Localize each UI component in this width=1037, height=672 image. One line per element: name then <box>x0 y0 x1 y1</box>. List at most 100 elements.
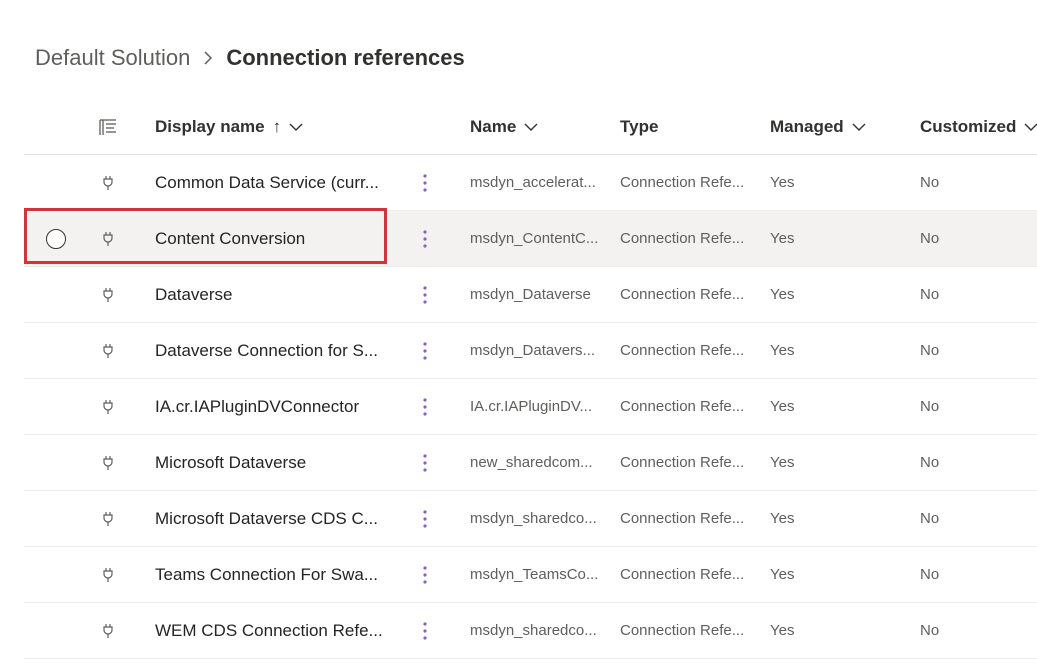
row-customized: No <box>920 566 940 583</box>
row-select-cell[interactable] <box>24 603 88 658</box>
row-display-name[interactable]: Content Conversion <box>155 211 415 266</box>
row-select-radio[interactable] <box>46 228 66 249</box>
row-select-cell[interactable] <box>24 211 88 266</box>
row-name: msdyn_Dataverse <box>470 286 591 303</box>
more-vertical-icon[interactable] <box>412 379 438 434</box>
row-select-cell[interactable] <box>24 547 88 602</box>
row-type: Connection Refe... <box>620 622 745 639</box>
row-name: msdyn_TeamsCo... <box>470 566 599 583</box>
row-name: msdyn_Datavers... <box>470 342 596 359</box>
more-vertical-icon[interactable] <box>412 603 438 658</box>
row-type: Connection Refe... <box>620 286 745 303</box>
row-name: msdyn_ContentC... <box>470 230 599 247</box>
row-display-name[interactable]: Teams Connection For Swa... <box>155 547 415 602</box>
row-customized: No <box>920 454 940 471</box>
more-vertical-icon[interactable] <box>412 155 438 210</box>
row-customized: No <box>920 230 940 247</box>
chevron-down-icon[interactable] <box>852 122 866 132</box>
row-customized: No <box>920 510 940 527</box>
more-vertical-icon[interactable] <box>412 547 438 602</box>
column-options-icon <box>99 118 116 135</box>
row-name: new_sharedcom... <box>470 454 593 471</box>
plug-icon <box>88 155 128 210</box>
column-header-display-name[interactable]: Display name ↑ <box>155 99 415 154</box>
row-customized: No <box>920 622 940 639</box>
table-row[interactable]: Microsoft Dataverse new_sharedcom... Con… <box>24 435 1037 491</box>
table-row[interactable]: WEM CDS Connection Refe... msdyn_sharedc… <box>24 603 1037 659</box>
column-header-label: Type <box>620 116 659 136</box>
row-managed: Yes <box>770 342 795 359</box>
row-customized: No <box>920 342 940 359</box>
plug-icon <box>88 547 128 602</box>
more-vertical-icon[interactable] <box>412 435 438 490</box>
page-title: Connection references <box>226 45 465 70</box>
row-select-cell[interactable] <box>24 379 88 434</box>
plug-icon <box>88 603 128 658</box>
row-display-name[interactable]: Dataverse Connection for S... <box>155 323 415 378</box>
row-display-name[interactable]: Microsoft Dataverse <box>155 435 415 490</box>
chevron-down-icon[interactable] <box>524 122 538 132</box>
column-header-customized[interactable]: Customized <box>920 99 1037 154</box>
row-display-name[interactable]: Microsoft Dataverse CDS C... <box>155 491 415 546</box>
row-select-cell[interactable] <box>24 323 88 378</box>
row-select-cell[interactable] <box>24 267 88 322</box>
row-managed: Yes <box>770 454 795 471</box>
plug-icon <box>88 211 128 266</box>
row-customized: No <box>920 398 940 415</box>
row-type: Connection Refe... <box>620 510 745 527</box>
row-display-name[interactable]: Dataverse <box>155 267 415 322</box>
table-row[interactable]: Teams Connection For Swa... msdyn_TeamsC… <box>24 547 1037 603</box>
row-customized: No <box>920 174 940 191</box>
plug-icon <box>88 491 128 546</box>
sort-ascending-icon: ↑ <box>272 116 282 136</box>
more-vertical-icon[interactable] <box>412 211 438 266</box>
column-header-label: Customized <box>920 116 1017 136</box>
table-row[interactable]: Common Data Service (curr... msdyn_accel… <box>24 155 1037 211</box>
row-managed: Yes <box>770 174 795 191</box>
table-row[interactable]: Dataverse Connection for S... msdyn_Data… <box>24 323 1037 379</box>
more-vertical-icon[interactable] <box>412 491 438 546</box>
column-header-name[interactable]: Name <box>470 99 610 154</box>
row-name: IA.cr.IAPluginDV... <box>470 398 593 415</box>
row-display-name[interactable]: Common Data Service (curr... <box>155 155 415 210</box>
column-header-label: Display name <box>155 116 265 136</box>
row-customized: No <box>920 286 940 303</box>
plug-icon <box>88 379 128 434</box>
row-select-cell[interactable] <box>24 491 88 546</box>
grid-body: Common Data Service (curr... msdyn_accel… <box>24 155 1037 659</box>
breadcrumb: Default Solution Connection references <box>35 40 465 76</box>
plug-icon <box>88 435 128 490</box>
chevron-down-icon[interactable] <box>289 122 303 132</box>
table-row[interactable]: Content Conversion msdyn_ContentC... Con… <box>24 211 1037 267</box>
row-type: Connection Refe... <box>620 398 745 415</box>
connection-references-grid: Display name ↑ Name Type Managed Customi… <box>24 99 1037 659</box>
row-name: msdyn_sharedco... <box>470 510 597 527</box>
row-display-name[interactable]: WEM CDS Connection Refe... <box>155 603 415 658</box>
chevron-down-icon[interactable] <box>1024 122 1037 132</box>
row-display-name[interactable]: IA.cr.IAPluginDVConnector <box>155 379 415 434</box>
column-header-type[interactable]: Type <box>620 99 760 154</box>
row-name: msdyn_accelerat... <box>470 174 596 191</box>
more-vertical-icon[interactable] <box>412 267 438 322</box>
row-managed: Yes <box>770 398 795 415</box>
row-select-cell[interactable] <box>24 155 88 210</box>
row-type: Connection Refe... <box>620 454 745 471</box>
row-managed: Yes <box>770 286 795 303</box>
row-managed: Yes <box>770 230 795 247</box>
column-header-managed[interactable]: Managed <box>770 99 910 154</box>
table-row[interactable]: Microsoft Dataverse CDS C... msdyn_share… <box>24 491 1037 547</box>
column-options-button[interactable] <box>88 99 128 154</box>
row-type: Connection Refe... <box>620 566 745 583</box>
table-row[interactable]: IA.cr.IAPluginDVConnector IA.cr.IAPlugin… <box>24 379 1037 435</box>
row-managed: Yes <box>770 510 795 527</box>
plug-icon <box>88 267 128 322</box>
more-vertical-icon[interactable] <box>412 323 438 378</box>
row-select-cell[interactable] <box>24 435 88 490</box>
row-name: msdyn_sharedco... <box>470 622 597 639</box>
row-managed: Yes <box>770 622 795 639</box>
breadcrumb-parent-link[interactable]: Default Solution <box>35 45 190 71</box>
column-header-label: Name <box>470 116 517 136</box>
column-header-label: Managed <box>770 116 844 136</box>
table-row[interactable]: Dataverse msdyn_Dataverse Connection Ref… <box>24 267 1037 323</box>
grid-header: Display name ↑ Name Type Managed Customi… <box>24 99 1037 155</box>
